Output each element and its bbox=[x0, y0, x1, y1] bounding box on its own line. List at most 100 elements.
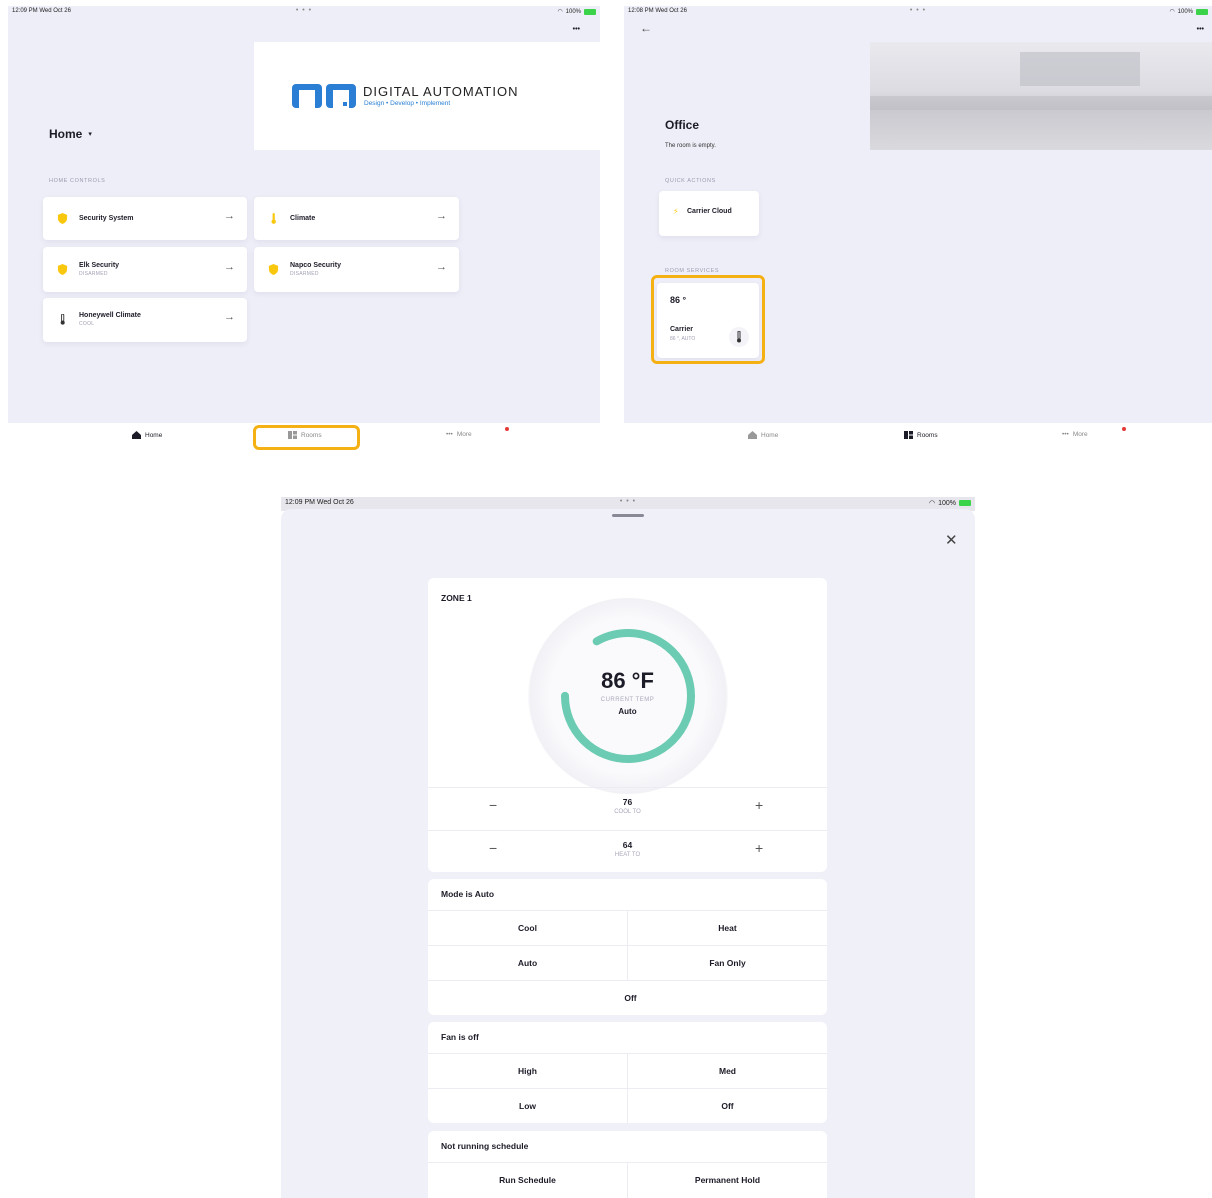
logo-banner: DIGITAL AUTOMATION Design • Develop • Im… bbox=[254, 42, 600, 150]
house-icon bbox=[748, 431, 757, 439]
current-mode: Auto bbox=[618, 707, 637, 716]
tab-rooms[interactable]: Rooms bbox=[904, 431, 938, 439]
sheet-grabber[interactable] bbox=[612, 514, 644, 517]
mode-fan-only-button[interactable]: Fan Only bbox=[628, 958, 827, 968]
tab-rooms-label: Rooms bbox=[917, 431, 938, 439]
home-selector[interactable]: Home ▾ bbox=[49, 127, 92, 141]
zone-panel: ZONE 1 86 °F CURRENT TEMP Auto − 76 COOL… bbox=[428, 578, 827, 872]
rooms-icon bbox=[904, 431, 913, 439]
battery-icon bbox=[584, 8, 596, 15]
tab-more[interactable]: ••• More bbox=[1062, 431, 1088, 438]
divider bbox=[428, 980, 827, 981]
control-card-elk-security[interactable]: Elk Security DISARMED → bbox=[43, 247, 247, 292]
heat-increase-button[interactable]: + bbox=[755, 840, 763, 856]
quick-action-carrier-cloud[interactable]: ⚡ Carrier Cloud bbox=[659, 191, 759, 236]
battery-icon bbox=[1196, 8, 1208, 15]
shield-icon bbox=[57, 213, 68, 224]
more-menu-button[interactable]: ••• bbox=[573, 26, 580, 33]
photo-pergola bbox=[1020, 52, 1140, 86]
battery-icon bbox=[959, 500, 971, 506]
divider bbox=[428, 1088, 827, 1089]
control-title: Elk Security bbox=[79, 262, 120, 269]
fan-med-button[interactable]: Med bbox=[628, 1066, 827, 1076]
control-card-climate[interactable]: Climate → bbox=[254, 197, 459, 240]
close-icon: ✕ bbox=[945, 532, 958, 549]
tab-home-label: Home bbox=[761, 431, 779, 439]
quick-action-label: Carrier Cloud bbox=[687, 208, 732, 215]
caret-down-icon: ▾ bbox=[88, 131, 92, 138]
status-right: ◠ 100% bbox=[1169, 8, 1208, 15]
home-title: Home bbox=[49, 127, 83, 141]
divider bbox=[428, 945, 827, 946]
status-battery: 100% bbox=[938, 499, 956, 507]
mode-header: Mode is Auto bbox=[441, 889, 495, 899]
tab-home[interactable]: Home bbox=[748, 431, 778, 439]
status-time: 12:09 PM Wed Oct 26 bbox=[285, 499, 354, 506]
screen-home: 12:09 PM Wed Oct 26 • • • ◠ 100% ••• DIG… bbox=[8, 6, 600, 423]
thermometer-icon bbox=[60, 314, 65, 325]
room-title: Office bbox=[665, 118, 700, 132]
tab-more-label: More bbox=[1072, 431, 1088, 438]
tab-more[interactable]: ••• More bbox=[446, 431, 472, 438]
divider bbox=[627, 1162, 628, 1198]
control-status: DISARMED bbox=[79, 271, 108, 277]
control-title: Napco Security bbox=[290, 262, 341, 269]
tab-home-label: Home bbox=[145, 431, 163, 439]
tab-home[interactable]: Home bbox=[132, 431, 162, 439]
permanent-hold-button[interactable]: Permanent Hold bbox=[628, 1175, 827, 1185]
status-right: ◠ 100% bbox=[557, 8, 596, 15]
cool-setpoint: 76 bbox=[622, 797, 633, 807]
shield-icon bbox=[57, 264, 68, 275]
heat-setpoint: 64 bbox=[622, 840, 633, 850]
room-photo bbox=[870, 42, 1212, 150]
wifi-icon: ◠ bbox=[1169, 9, 1175, 15]
room-status: The room is empty. bbox=[665, 143, 716, 149]
status-bar: 12:08 PM Wed Oct 26 • • • ◠ 100% bbox=[624, 6, 1212, 20]
arrow-left-icon: ← bbox=[640, 21, 652, 35]
control-title: Honeywell Climate bbox=[79, 312, 141, 319]
mode-off-button[interactable]: Off bbox=[428, 993, 827, 1003]
status-battery: 100% bbox=[565, 8, 581, 15]
run-schedule-button[interactable]: Run Schedule bbox=[428, 1175, 627, 1185]
fan-low-button[interactable]: Low bbox=[428, 1101, 627, 1111]
more-dots-icon: ••• bbox=[1062, 431, 1069, 438]
more-menu-button[interactable]: ••• bbox=[1197, 26, 1204, 33]
control-status: DISARMED bbox=[290, 271, 319, 277]
digital-automation-logo-icon bbox=[292, 84, 356, 108]
status-time: 12:08 PM Wed Oct 26 bbox=[628, 8, 687, 14]
logo-tagline: Design • Develop • Implement bbox=[364, 100, 451, 107]
photo-horizon bbox=[870, 96, 1212, 110]
control-card-napco-security[interactable]: Napco Security DISARMED → bbox=[254, 247, 459, 292]
arrow-right-icon: → bbox=[436, 261, 447, 273]
status-right: ◠ 100% bbox=[929, 499, 971, 507]
fan-off-button[interactable]: Off bbox=[628, 1101, 827, 1111]
lightning-icon: ⚡ bbox=[673, 207, 679, 216]
arrow-right-icon: → bbox=[436, 210, 447, 222]
tab-more-label: More bbox=[456, 431, 472, 438]
fan-header: Fan is off bbox=[441, 1032, 479, 1042]
house-icon bbox=[132, 431, 141, 439]
status-battery: 100% bbox=[1177, 8, 1193, 15]
handle-dots: • • • bbox=[909, 7, 927, 14]
room-services-label: ROOM SERVICES bbox=[665, 268, 720, 274]
mode-heat-button[interactable]: Heat bbox=[628, 923, 827, 933]
control-card-honeywell-climate[interactable]: Honeywell Climate COOL → bbox=[43, 298, 247, 342]
thermometer-icon bbox=[271, 213, 276, 224]
temperature-gauge bbox=[561, 629, 695, 763]
fan-high-button[interactable]: High bbox=[428, 1066, 627, 1076]
cool-increase-button[interactable]: + bbox=[755, 797, 763, 813]
heat-setpoint-label: HEAT TO bbox=[614, 852, 641, 858]
mode-cool-button[interactable]: Cool bbox=[428, 923, 627, 933]
control-title: Climate bbox=[290, 215, 316, 222]
mode-auto-button[interactable]: Auto bbox=[428, 958, 627, 968]
notification-dot bbox=[505, 427, 509, 431]
tab-bar-room-screen: Home Rooms ••• More bbox=[624, 423, 1212, 453]
current-temp: 86 °F bbox=[601, 668, 654, 693]
divider bbox=[428, 787, 827, 788]
back-button[interactable]: ← bbox=[640, 21, 652, 35]
close-button[interactable]: ✕ bbox=[945, 531, 958, 549]
handle-dots: • • • bbox=[295, 7, 313, 14]
zone-title: ZONE 1 bbox=[441, 593, 472, 603]
thermostat-sheet: ✕ ZONE 1 86 °F CURRENT TEMP Auto − 76 CO… bbox=[281, 509, 975, 1198]
control-card-security-system[interactable]: Security System → bbox=[43, 197, 247, 240]
